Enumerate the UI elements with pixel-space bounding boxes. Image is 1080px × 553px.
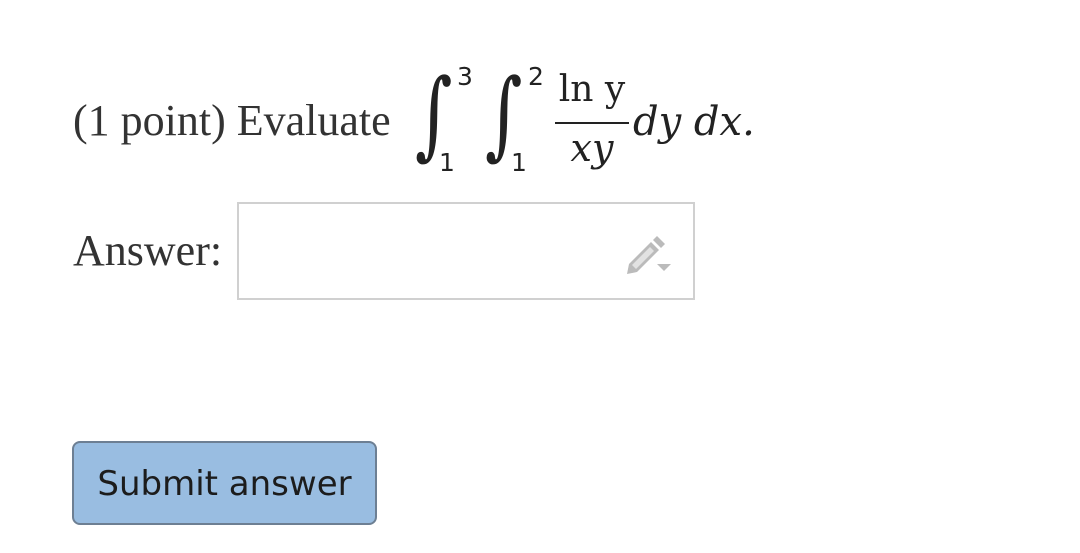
fraction-bar [555,122,629,124]
problem-statement: (1 point) Evaluate ∫ 3 1 ∫ 2 1 ln y xy d… [73,58,973,178]
outer-upper-limit: 3 [457,62,473,91]
differentials: dy dx. [633,99,755,145]
fraction-denominator: xy [570,126,614,170]
submit-answer-button[interactable]: Submit answer [72,441,377,525]
double-integral-expression: ∫ 3 1 ∫ 2 1 ln y xy dy dx. [411,58,771,178]
inner-lower-limit: 1 [511,148,527,177]
answer-field[interactable] [237,202,695,300]
answer-label: Answer: [73,226,223,275]
problem-prompt: (1 point) Evaluate [73,96,391,145]
fraction-numerator: ln y [558,69,626,110]
integrand-fraction: ln y xy [555,68,629,180]
inner-upper-limit: 2 [528,62,544,91]
pencil-icon[interactable] [623,234,673,276]
outer-lower-limit: 1 [439,148,455,177]
